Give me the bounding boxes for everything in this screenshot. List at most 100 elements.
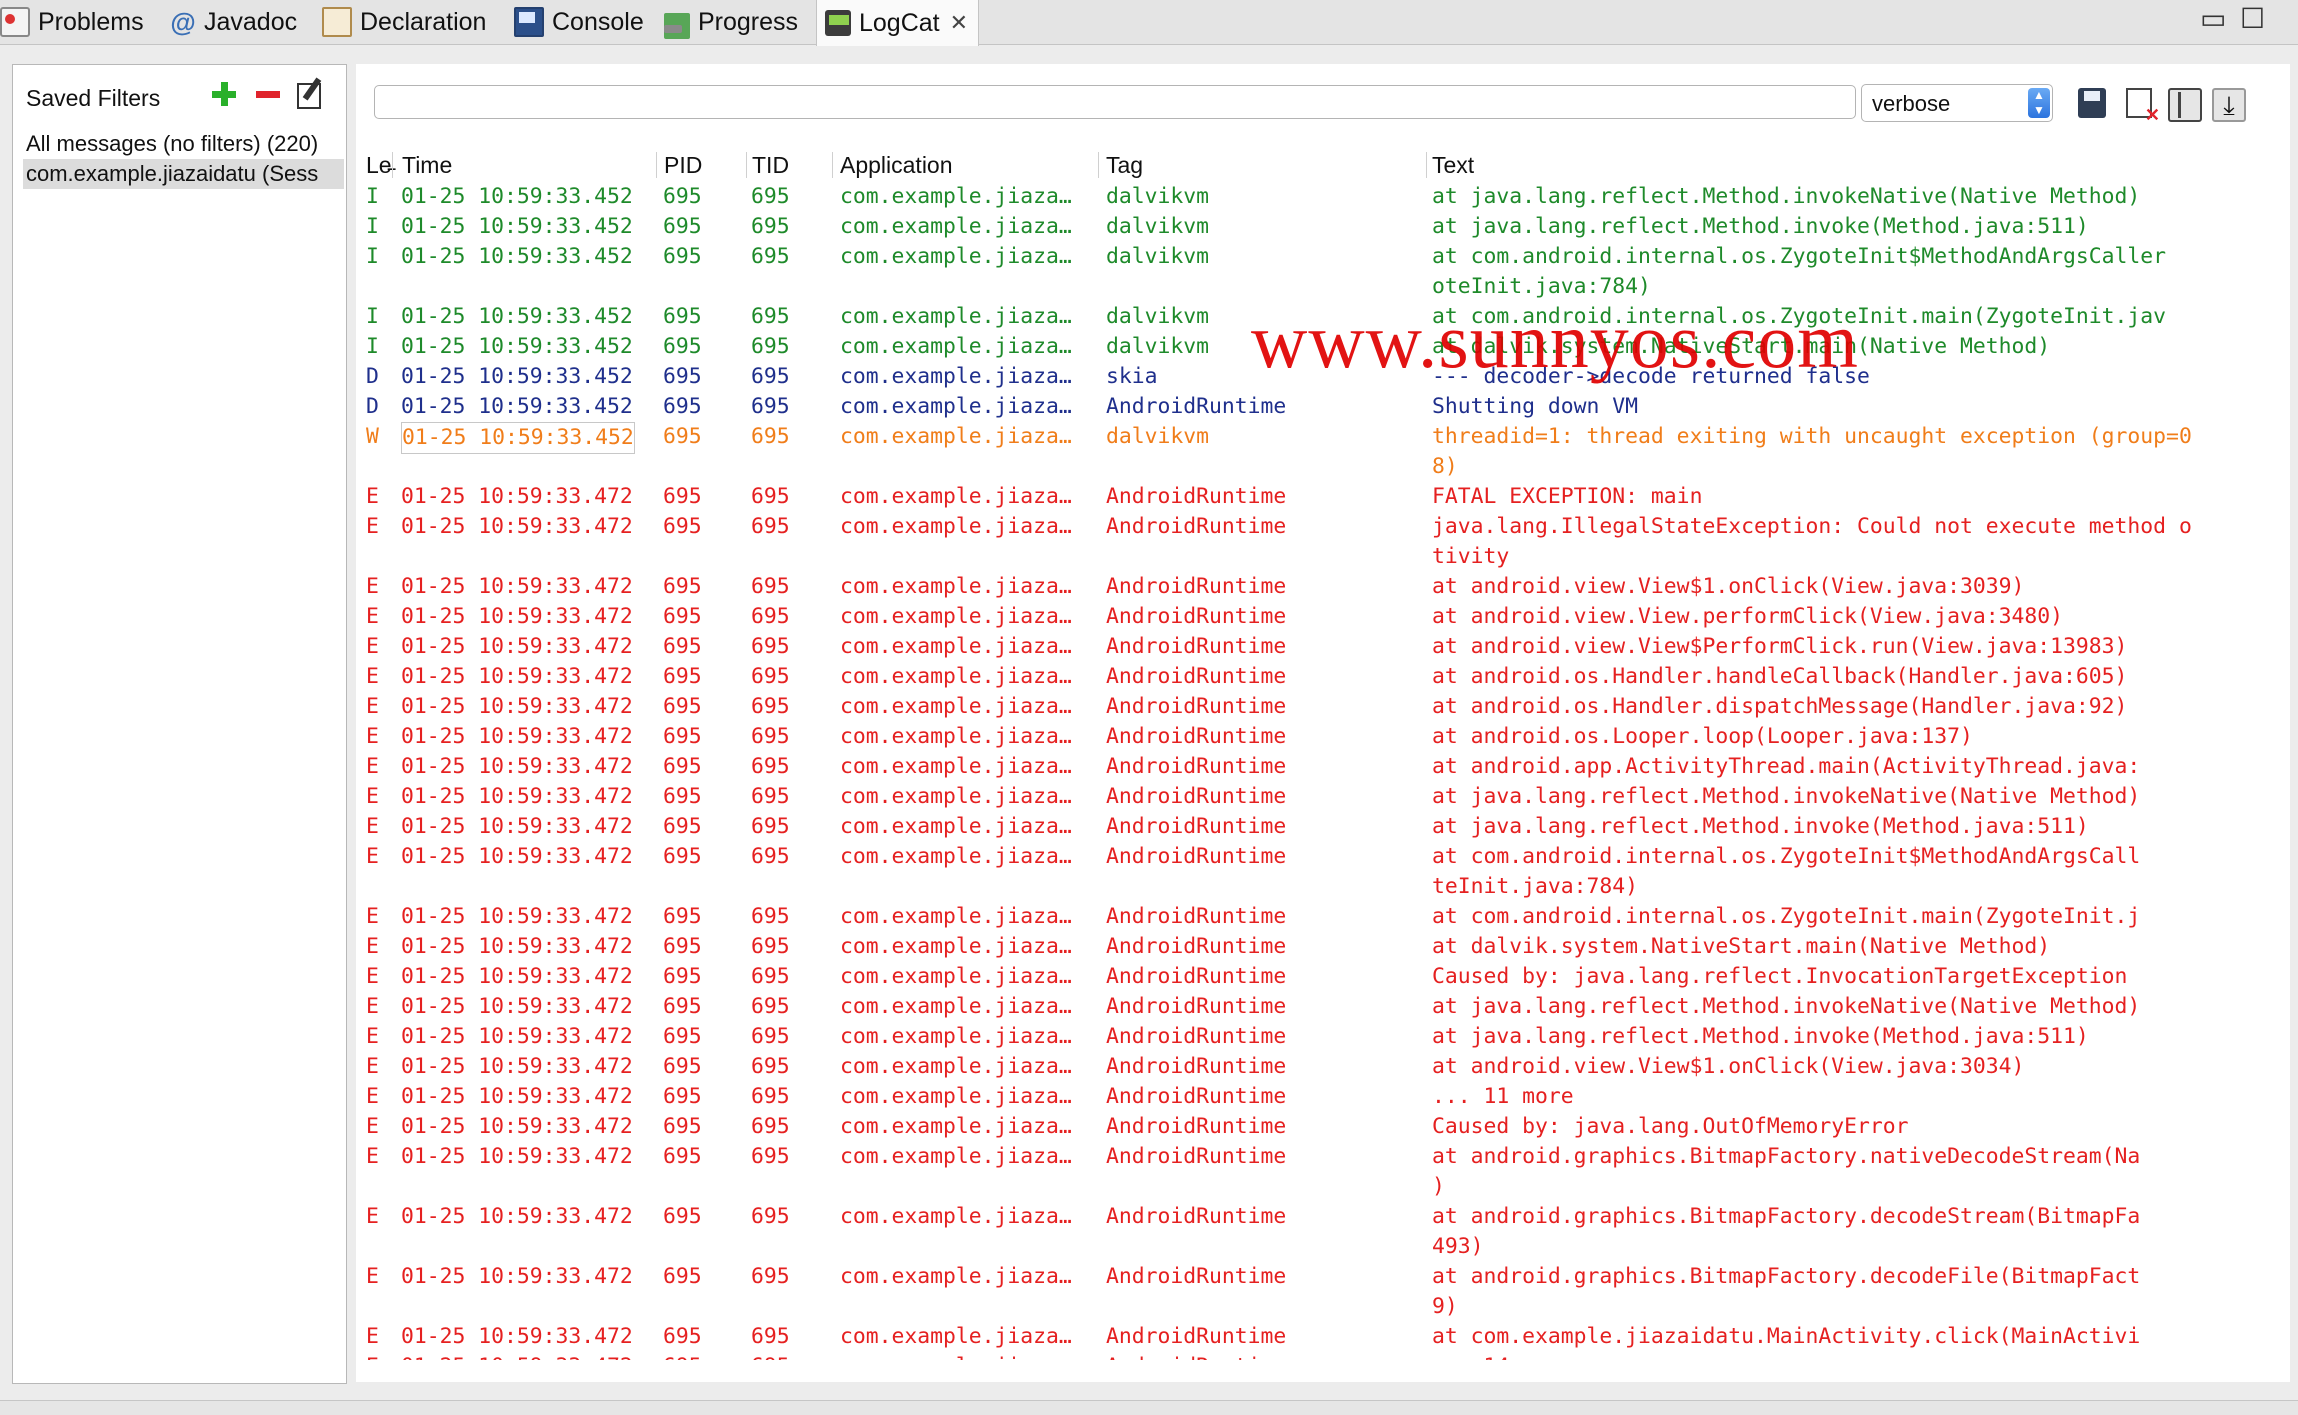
log-tag: AndroidRuntime: [1106, 694, 1287, 719]
log-row[interactable]: E 01-25 10:59:33.472 695 695 com.example.jia…: [356, 752, 2276, 782]
log-row[interactable]: E 01-25 10:59:33.472 695 695 com.example.jia…: [356, 1352, 2276, 1360]
log-text: at com.android.internal.os.ZygoteInit$Me…: [1432, 244, 2167, 269]
log-tid: 695: [751, 1324, 790, 1349]
log-time: 01-25 10:59:33.452: [401, 334, 633, 359]
log-pid: 695: [663, 844, 702, 869]
log-level: E: [366, 1264, 379, 1289]
log-row[interactable]: E 01-25 10:59:33.472 695 695 com.example.jia…: [356, 1052, 2276, 1082]
tab-javadoc[interactable]: @ Javadoc: [170, 0, 297, 44]
maximize-icon[interactable]: ☐: [2240, 2, 2265, 35]
tab-progress[interactable]: Progress: [664, 0, 798, 44]
column-tid[interactable]: TID: [752, 152, 789, 179]
log-text: at java.lang.reflect.Method.invoke(Metho…: [1432, 814, 2089, 839]
log-time: 01-25 10:59:33.472: [401, 1352, 633, 1360]
log-level: E: [366, 754, 379, 779]
log-row[interactable]: E 01-25 10:59:33.472 695 695 com.example.jia…: [356, 1112, 2276, 1142]
log-text: at java.lang.reflect.Method.invokeNative…: [1432, 784, 2141, 809]
log-tag: AndroidRuntime: [1106, 664, 1287, 689]
log-tag: AndroidRuntime: [1106, 964, 1287, 989]
log-tag: AndroidRuntime: [1106, 934, 1287, 959]
column-text[interactable]: Text: [1432, 152, 1474, 179]
log-row[interactable]: E 01-25 10:59:33.472 695 695 com.example.jia…: [356, 1202, 2276, 1262]
log-row[interactable]: E 01-25 10:59:33.472 695 695 com.example.jia…: [356, 932, 2276, 962]
column-pid[interactable]: PID: [664, 152, 702, 179]
chevron-updown-icon: ▲ ▼: [2028, 88, 2050, 118]
log-row[interactable]: E 01-25 10:59:33.472 695 695 com.example.jia…: [356, 662, 2276, 692]
log-pid: 695: [663, 604, 702, 629]
tab-logcat[interactable]: LogCat ✕: [816, 0, 980, 46]
log-row[interactable]: E 01-25 10:59:33.472 695 695 com.example.jia…: [356, 842, 2276, 902]
log-row[interactable]: E 01-25 10:59:33.472 695 695 com.example.jia…: [356, 572, 2276, 602]
log-tag: AndroidRuntime: [1106, 904, 1287, 929]
column-level[interactable]: Le̵: [366, 152, 392, 179]
log-text: at android.graphics.BitmapFactory.decode…: [1432, 1204, 2141, 1229]
log-row[interactable]: I 01-25 10:59:33.452 695 695 com.example.jia…: [356, 182, 2276, 212]
log-pid: 695: [663, 364, 702, 389]
edit-filter-icon[interactable]: [297, 83, 321, 109]
log-text: at com.android.internal.os.ZygoteInit.ma…: [1432, 904, 2141, 929]
remove-filter-icon[interactable]: [253, 79, 283, 109]
log-text: Caused by: java.lang.OutOfMemoryError: [1432, 1114, 1909, 1139]
log-text: at android.graphics.BitmapFactory.native…: [1432, 1144, 2141, 1169]
log-row[interactable]: E 01-25 10:59:33.472 695 695 com.example.jia…: [356, 482, 2276, 512]
filter-item-app[interactable]: com.example.jiazaidatu (Sess: [23, 159, 344, 189]
log-row[interactable]: E 01-25 10:59:33.472 695 695 com.example.jia…: [356, 722, 2276, 752]
log-row[interactable]: E 01-25 10:59:33.472 695 695 com.example.jia…: [356, 992, 2276, 1022]
log-level: D: [366, 394, 379, 419]
log-row[interactable]: E 01-25 10:59:33.472 695 695 com.example.jia…: [356, 1142, 2276, 1202]
column-time[interactable]: Time: [402, 152, 452, 179]
log-application: com.example.jiaza…: [840, 1352, 1072, 1360]
log-row[interactable]: E 01-25 10:59:33.472 695 695 com.example.jia…: [356, 902, 2276, 932]
log-tid: 695: [751, 1084, 790, 1109]
toggle-saved-filters-icon[interactable]: [2168, 88, 2202, 122]
log-application: com.example.jiaza…: [840, 634, 1072, 659]
log-tag: dalvikvm: [1106, 184, 1210, 209]
search-input[interactable]: [374, 85, 1856, 119]
log-row[interactable]: E 01-25 10:59:33.472 695 695 com.example.jia…: [356, 962, 2276, 992]
log-row[interactable]: E 01-25 10:59:33.472 695 695 com.example.jia…: [356, 1322, 2276, 1352]
log-text: Caused by: java.lang.reflect.InvocationT…: [1432, 964, 2128, 989]
log-application: com.example.jiaza…: [840, 514, 1072, 539]
log-row[interactable]: I 01-25 10:59:33.452 695 695 com.example.jia…: [356, 242, 2276, 302]
log-tid: 695: [751, 904, 790, 929]
log-row[interactable]: E 01-25 10:59:33.472 695 695 com.example.jia…: [356, 1262, 2276, 1322]
save-icon[interactable]: [2078, 88, 2106, 118]
log-row[interactable]: D 01-25 10:59:33.452 695 695 com.example.jia…: [356, 392, 2276, 422]
log-tag: AndroidRuntime: [1106, 604, 1287, 629]
close-icon[interactable]: ✕: [950, 10, 968, 36]
log-row[interactable]: W 01-25 10:59:33.452 695 695 com.example.jia…: [356, 422, 2276, 482]
log-tag: AndroidRuntime: [1106, 1264, 1287, 1289]
minimize-icon[interactable]: ▭: [2200, 2, 2226, 35]
scroll-lock-icon[interactable]: ⤓: [2212, 88, 2246, 122]
log-application: com.example.jiaza…: [840, 694, 1072, 719]
log-row[interactable]: E 01-25 10:59:33.472 695 695 com.example.jia…: [356, 632, 2276, 662]
log-level-select[interactable]: verbose ▲ ▼: [1861, 84, 2053, 122]
log-row[interactable]: E 01-25 10:59:33.472 695 695 com.example.jia…: [356, 1022, 2276, 1052]
tab-problems[interactable]: Problems: [0, 0, 144, 44]
log-pid: 695: [663, 394, 702, 419]
add-filter-icon[interactable]: [209, 79, 239, 109]
log-row[interactable]: E 01-25 10:59:33.472 695 695 com.example.jia…: [356, 812, 2276, 842]
clear-log-icon[interactable]: [2126, 88, 2160, 126]
log-time: 01-25 10:59:33.452: [401, 364, 633, 389]
log-pid: 695: [663, 574, 702, 599]
log-row[interactable]: E 01-25 10:59:33.472 695 695 com.example.jia…: [356, 512, 2276, 572]
log-text: at com.example.jiazaidatu.MainActivity.c…: [1432, 1324, 2141, 1349]
log-row[interactable]: E 01-25 10:59:33.472 695 695 com.example.jia…: [356, 1082, 2276, 1112]
log-application: com.example.jiaza…: [840, 784, 1072, 809]
tab-console[interactable]: Console: [514, 0, 644, 44]
tab-declaration[interactable]: Declaration: [322, 0, 486, 44]
log-text: threadid=1: thread exiting with uncaught…: [1432, 424, 2192, 449]
horizontal-scrollbar[interactable]: [0, 1400, 2298, 1415]
log-row[interactable]: E 01-25 10:59:33.472 695 695 com.example.jia…: [356, 602, 2276, 632]
log-level: I: [366, 214, 379, 239]
column-tag[interactable]: Tag: [1106, 152, 1143, 179]
filter-item-all[interactable]: All messages (no filters) (220): [26, 129, 344, 159]
log-tid: 695: [751, 1114, 790, 1139]
log-pid: 695: [663, 484, 702, 509]
log-row[interactable]: E 01-25 10:59:33.472 695 695 com.example.jia…: [356, 692, 2276, 722]
log-row[interactable]: I 01-25 10:59:33.452 695 695 com.example.jia…: [356, 212, 2276, 242]
log-row[interactable]: E 01-25 10:59:33.472 695 695 com.example.jia…: [356, 782, 2276, 812]
column-application[interactable]: Application: [840, 152, 953, 179]
log-tag: AndroidRuntime: [1106, 754, 1287, 779]
